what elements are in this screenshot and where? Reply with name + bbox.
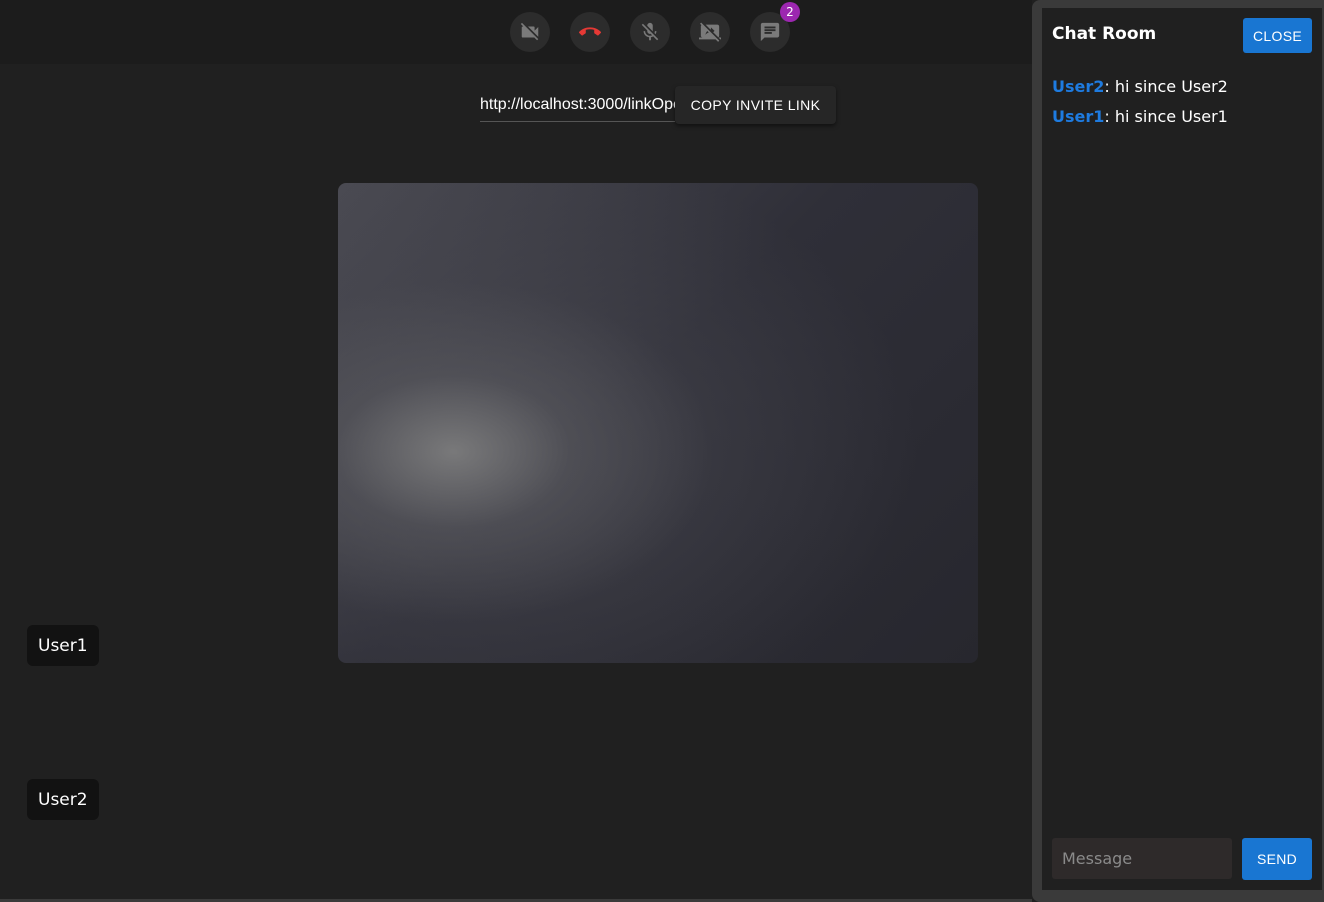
participant-label-user2: User2 bbox=[27, 779, 99, 820]
remote-video bbox=[338, 183, 978, 663]
message-input[interactable] bbox=[1052, 838, 1232, 879]
hang-up-icon bbox=[579, 27, 601, 36]
participant-label-user1: User1 bbox=[27, 625, 99, 666]
video-call-app: 2 COPY INVITE LINK User1 User2 Chat Room… bbox=[0, 0, 1324, 902]
toggle-video-button[interactable] bbox=[510, 12, 550, 52]
invite-link-bar: COPY INVITE LINK bbox=[480, 86, 836, 124]
mic-off-icon bbox=[641, 22, 659, 41]
chat-icon bbox=[760, 22, 780, 42]
send-button[interactable]: SEND bbox=[1242, 838, 1312, 880]
main-area: 2 COPY INVITE LINK User1 User2 bbox=[0, 0, 1032, 899]
chat-message: User1: hi since User1 bbox=[1052, 102, 1312, 132]
copy-invite-link-button[interactable]: COPY INVITE LINK bbox=[675, 86, 836, 124]
toggle-mic-button[interactable] bbox=[630, 12, 670, 52]
toggle-chat-button[interactable]: 2 bbox=[750, 2, 800, 52]
message-username: User1 bbox=[1052, 107, 1105, 126]
hang-up-button[interactable] bbox=[570, 12, 610, 52]
chat-unread-badge: 2 bbox=[780, 2, 800, 22]
chat-messages: User2: hi since User2 User1: hi since Us… bbox=[1052, 72, 1312, 132]
message-text: : hi since User1 bbox=[1104, 107, 1228, 126]
chat-title: Chat Room bbox=[1052, 24, 1157, 44]
message-username: User2 bbox=[1052, 77, 1105, 96]
screen-share-off-icon bbox=[699, 22, 721, 42]
chat-panel: Chat Room CLOSE User2: hi since User2 Us… bbox=[1042, 8, 1322, 890]
chat-message: User2: hi since User2 bbox=[1052, 72, 1312, 102]
call-toolbar: 2 bbox=[0, 0, 1032, 64]
close-chat-button[interactable]: CLOSE bbox=[1243, 18, 1312, 53]
invite-link-field[interactable] bbox=[480, 88, 675, 122]
message-text: : hi since User2 bbox=[1104, 77, 1228, 96]
video-off-icon bbox=[520, 22, 539, 41]
toggle-screen-share-button[interactable] bbox=[690, 12, 730, 52]
